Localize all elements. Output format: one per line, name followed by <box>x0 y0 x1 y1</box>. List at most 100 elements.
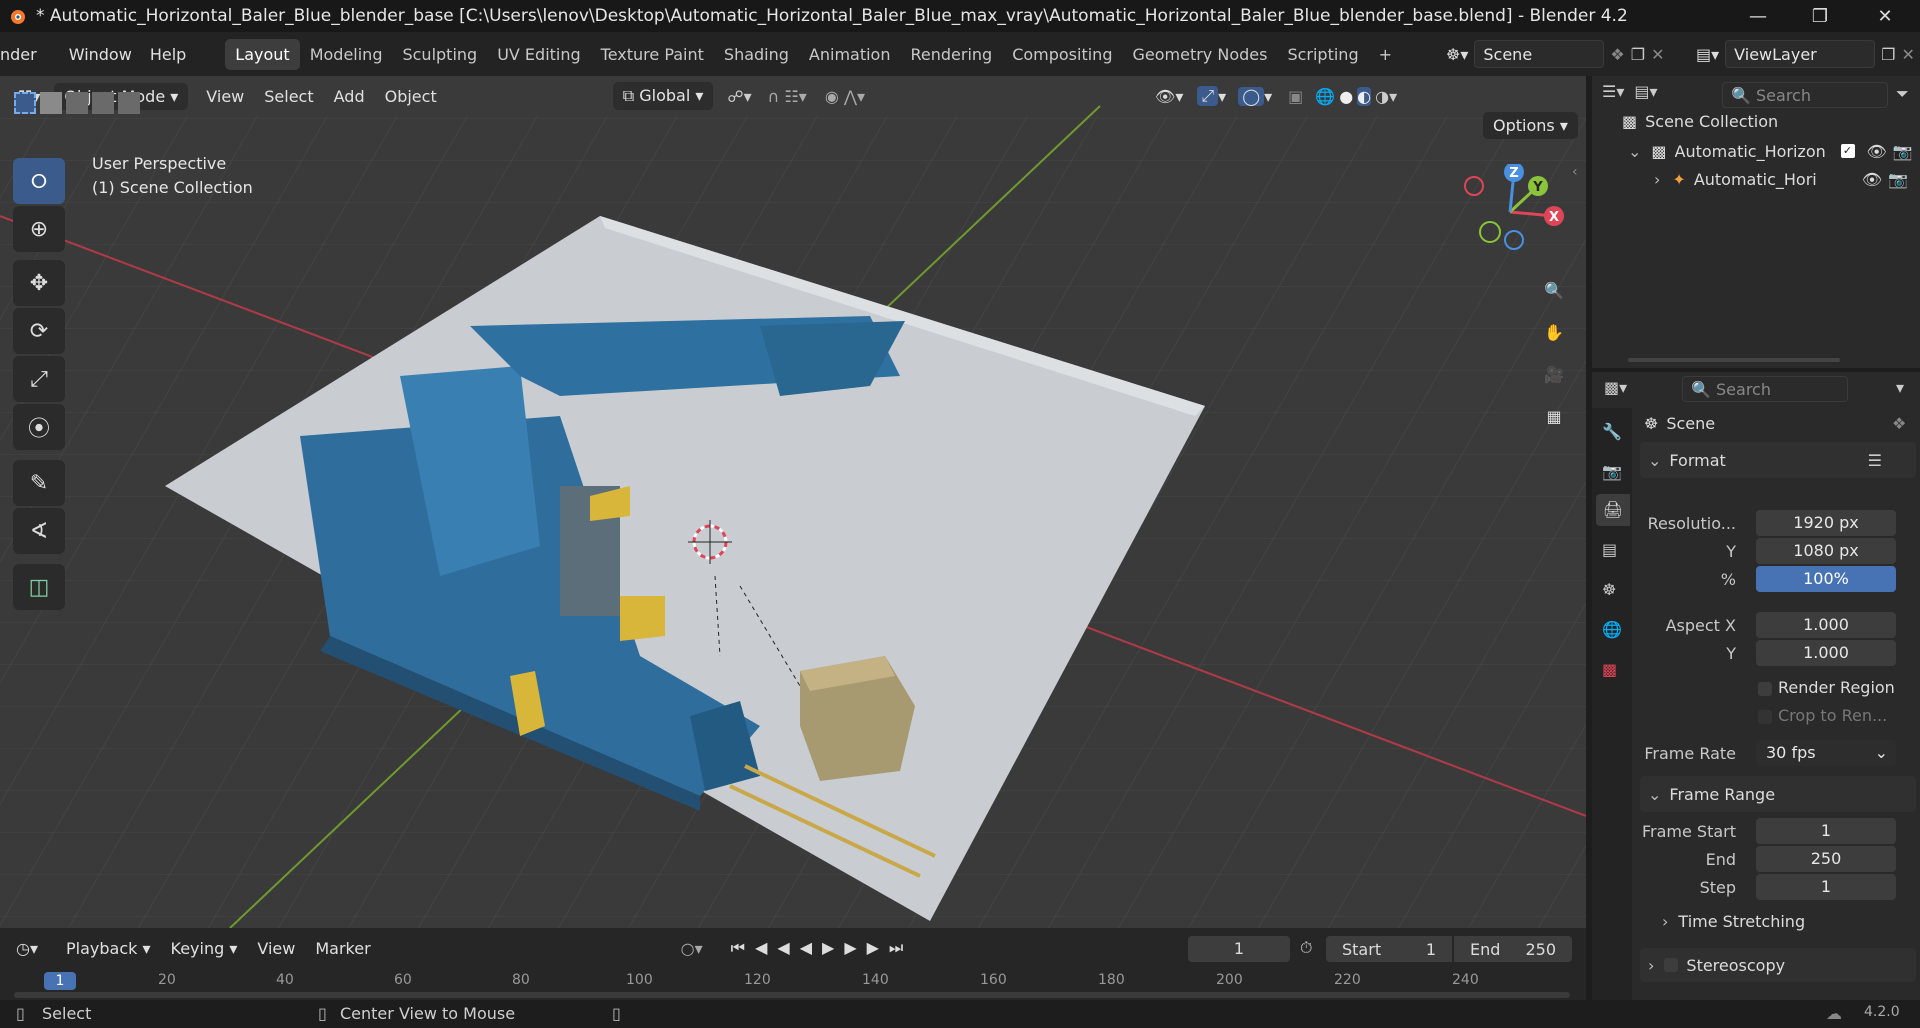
timeline-menu-playback[interactable]: Playback ▾ <box>56 939 161 958</box>
properties-options-icon[interactable]: ▾ <box>1896 378 1904 397</box>
resolution-percent-slider[interactable]: 100% <box>1756 566 1896 592</box>
minimize-icon[interactable]: — <box>1728 0 1788 32</box>
select-box-tool-icon[interactable]: ⭘ <box>13 158 65 204</box>
sidebar-toggle-icon[interactable]: ‹ <box>1572 164 1578 180</box>
camera-render-icon[interactable]: 📷 <box>1888 170 1908 189</box>
timeline-ruler[interactable]: 20 40 60 80 100 120 140 160 180 200 220 … <box>0 970 1586 1000</box>
stereoscopy-checkbox[interactable] <box>1664 958 1679 972</box>
viewlayer-icon[interactable]: ▤▾ <box>1696 45 1719 64</box>
resolution-y-field[interactable]: 1080 px <box>1756 538 1896 564</box>
transform-tool-icon[interactable]: ⦿ <box>13 404 65 450</box>
format-panel-header[interactable]: ⌄ Format ☰ <box>1640 442 1916 478</box>
timeline-editor-icon[interactable]: ◷▾ <box>16 939 38 958</box>
select-box-new-icon[interactable] <box>14 92 36 114</box>
scene-selector[interactable]: Scene <box>1474 40 1605 68</box>
current-frame-field[interactable]: 1 <box>1188 936 1290 962</box>
eye-icon[interactable]: 👁 <box>1867 142 1887 161</box>
tab-uv-editing[interactable]: UV Editing <box>487 39 590 70</box>
frame-rate-dropdown[interactable]: 30 fps ⌄ <box>1756 740 1896 766</box>
select-intersect-icon[interactable] <box>118 92 140 114</box>
navigation-gizmo[interactable]: X Y Z <box>1450 164 1570 264</box>
shading-rendered-icon[interactable]: ◑▾ <box>1375 87 1397 106</box>
render-region-checkbox[interactable] <box>1758 682 1772 696</box>
shading-solid-icon[interactable]: ● <box>1339 87 1353 106</box>
viewport-menu-object[interactable]: Object <box>375 87 447 106</box>
new-viewlayer-icon[interactable]: ❐ <box>1881 45 1895 64</box>
camera-view-icon[interactable]: 🎥 <box>1536 356 1572 392</box>
timeline-menu-marker[interactable]: Marker <box>305 939 380 958</box>
presets-list-icon[interactable]: ☰ <box>1868 451 1882 470</box>
viewport-menu-add[interactable]: Add <box>324 87 375 106</box>
scale-tool-icon[interactable]: ⤢ <box>13 356 65 402</box>
pin-icon[interactable]: ❖ <box>1892 414 1906 433</box>
camera-render-icon[interactable]: 📷 <box>1893 142 1913 161</box>
stereoscopy-panel-header[interactable]: › Stereoscopy <box>1640 948 1916 982</box>
menu-window[interactable]: Window <box>60 45 141 64</box>
tool-tab-icon[interactable]: 🔧 <box>1602 422 1622 441</box>
outliner-scrollbar[interactable] <box>1628 358 1840 362</box>
aspect-x-field[interactable]: 1.000 <box>1756 612 1896 638</box>
tab-scripting[interactable]: Scripting <box>1277 39 1368 70</box>
tab-texture-paint[interactable]: Texture Paint <box>591 39 714 70</box>
crop-checkbox[interactable] <box>1758 710 1772 724</box>
time-stretching-subpanel[interactable]: › Time Stretching <box>1662 912 1805 931</box>
tab-animation[interactable]: Animation <box>799 39 901 70</box>
next-keyframe-icon[interactable]: ▶▶ <box>844 938 889 957</box>
properties-search-input[interactable]: 🔍 Search <box>1682 376 1848 402</box>
prev-keyframe-icon[interactable]: ◀◀ <box>755 938 800 957</box>
move-tool-icon[interactable]: ✥ <box>13 260 65 306</box>
perspective-toggle-icon[interactable]: ▦ <box>1536 398 1572 434</box>
add-cube-tool-icon[interactable]: ◫ <box>13 564 65 610</box>
outliner-row-scene-collection[interactable]: ▩ Scene Collection <box>1622 112 1778 131</box>
rotate-tool-icon[interactable]: ⟳ <box>13 308 65 354</box>
add-workspace-button[interactable]: + <box>1369 39 1402 70</box>
close-icon[interactable]: ✕ <box>1855 0 1915 32</box>
aspect-y-field[interactable]: 1.000 <box>1756 640 1896 666</box>
viewport-scene[interactable] <box>0 76 1586 928</box>
tab-geometry-nodes[interactable]: Geometry Nodes <box>1122 39 1277 70</box>
3d-viewport[interactable]: ☷▾ Object Mode ▾ View Select Add Object … <box>0 76 1586 928</box>
frame-range-panel-header[interactable]: ⌄ Frame Range <box>1640 776 1916 812</box>
outliner-row-object[interactable]: › ✦ Automatic_Hori 👁 📷 <box>1592 166 1920 192</box>
display-mode-icon[interactable]: ▤▾ <box>1634 82 1657 101</box>
pan-hand-icon[interactable]: ✋ <box>1536 314 1572 350</box>
tab-modeling[interactable]: Modeling <box>300 39 393 70</box>
measure-tool-icon[interactable]: ∢ <box>13 508 65 554</box>
select-invert-icon[interactable] <box>92 92 114 114</box>
expand-chevron-right-icon[interactable]: › <box>1654 170 1660 189</box>
shading-material-icon[interactable]: ◐ <box>1357 86 1372 106</box>
shading-wireframe-icon[interactable]: 🌐 <box>1315 87 1335 106</box>
tab-compositing[interactable]: Compositing <box>1002 39 1122 70</box>
outliner-row-collection[interactable]: ⌄ ▩ Automatic_Horizon ✓ 👁 📷 <box>1592 138 1920 164</box>
expand-chevron-down-icon[interactable]: ⌄ <box>1628 142 1641 161</box>
delete-viewlayer-icon[interactable]: ✕ <box>1902 45 1915 64</box>
frame-end-field[interactable]: 250 <box>1756 846 1896 872</box>
exclude-checkbox[interactable]: ✓ <box>1840 144 1855 158</box>
gizmo-toggle-icon[interactable]: ⤢ <box>1197 86 1219 106</box>
playhead[interactable]: 1 <box>44 972 76 990</box>
timeline-menu-view[interactable]: View <box>247 939 305 958</box>
new-scene-icon[interactable]: ❐ <box>1631 45 1645 64</box>
menu-file[interactable]: nder <box>0 45 46 64</box>
viewport-menu-select[interactable]: Select <box>254 87 323 106</box>
menu-help[interactable]: Help <box>141 45 195 64</box>
pin-icon[interactable]: ❖ <box>1610 45 1624 64</box>
timeline-menu-keying[interactable]: Keying ▾ <box>161 939 248 958</box>
eye-icon[interactable]: 👁 <box>1862 170 1882 189</box>
reverse-play-icon[interactable]: ◀ <box>800 938 822 957</box>
overlays-dropdown-icon[interactable]: ▾ <box>1264 87 1272 106</box>
visibility-icon[interactable]: 👁▾ <box>1155 87 1183 106</box>
end-frame-field[interactable]: End 250 <box>1454 936 1572 962</box>
outliner-editor-icon[interactable]: ☰▾ <box>1602 82 1624 101</box>
select-subtract-icon[interactable] <box>66 92 88 114</box>
jump-end-icon[interactable]: ⏭ <box>889 938 913 957</box>
tab-sculpting[interactable]: Sculpting <box>392 39 487 70</box>
viewlayer-selector[interactable]: ViewLayer <box>1725 40 1876 68</box>
play-icon[interactable]: ▶ <box>822 938 844 957</box>
resolution-x-field[interactable]: 1920 px <box>1756 510 1896 536</box>
cursor-tool-icon[interactable]: ⊕ <box>13 206 65 252</box>
properties-editor-icon[interactable]: ▩▾ <box>1604 378 1627 397</box>
tab-layout[interactable]: Layout <box>225 38 300 70</box>
options-dropdown[interactable]: Options ▾ <box>1483 112 1578 139</box>
tab-shading[interactable]: Shading <box>714 39 799 70</box>
